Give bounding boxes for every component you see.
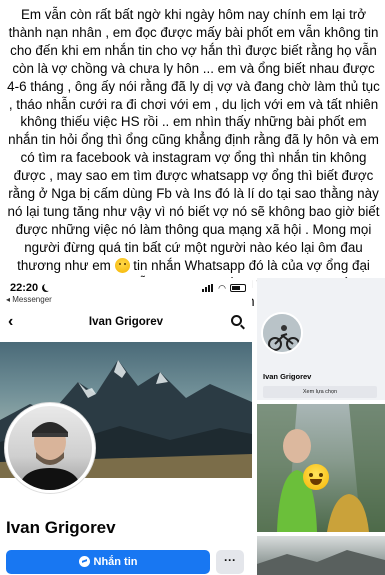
search-icon[interactable] bbox=[231, 315, 242, 326]
profile-card-name: Ivan Grigorev bbox=[263, 372, 312, 381]
post-paragraph: Em vẫn còn rất bất ngờ khi ngày hôm nay … bbox=[7, 7, 380, 273]
status-bar: 22:20 ◂ Messenger ◠ bbox=[0, 278, 252, 304]
smiley-sticker-icon bbox=[303, 464, 329, 490]
profile-avatar[interactable] bbox=[4, 402, 96, 494]
signal-icon bbox=[202, 284, 214, 292]
wifi-icon: ◠ bbox=[218, 283, 226, 293]
sad-face-emoji-icon bbox=[114, 257, 130, 273]
view-options-button[interactable]: Xem lựa chọn bbox=[263, 386, 377, 398]
selfie-photo bbox=[257, 404, 385, 532]
profile-card-thumbnail: Ivan Grigorev Xem lựa chọn bbox=[257, 278, 385, 400]
messenger-icon bbox=[78, 556, 90, 567]
nav-title: Ivan Grigorev bbox=[88, 316, 164, 328]
battery-icon bbox=[230, 284, 246, 292]
message-button[interactable]: Nhắn tin bbox=[6, 550, 210, 574]
motorcycle-photo bbox=[261, 312, 303, 354]
more-options-button[interactable]: ··· bbox=[216, 550, 244, 574]
profile-nav-bar: ‹ Ivan Grigorev bbox=[0, 310, 252, 334]
outdoor-photo bbox=[257, 536, 385, 575]
profile-name: Ivan Grigorev bbox=[6, 518, 116, 537]
status-time: 22:20 bbox=[10, 282, 39, 294]
message-button-label: Nhắn tin bbox=[93, 556, 138, 568]
moon-icon bbox=[44, 283, 52, 291]
post-text: Em vẫn còn rất bất ngờ khi ngày hôm nay … bbox=[6, 6, 381, 310]
back-to-messenger-link[interactable]: ◂ Messenger bbox=[6, 295, 52, 304]
